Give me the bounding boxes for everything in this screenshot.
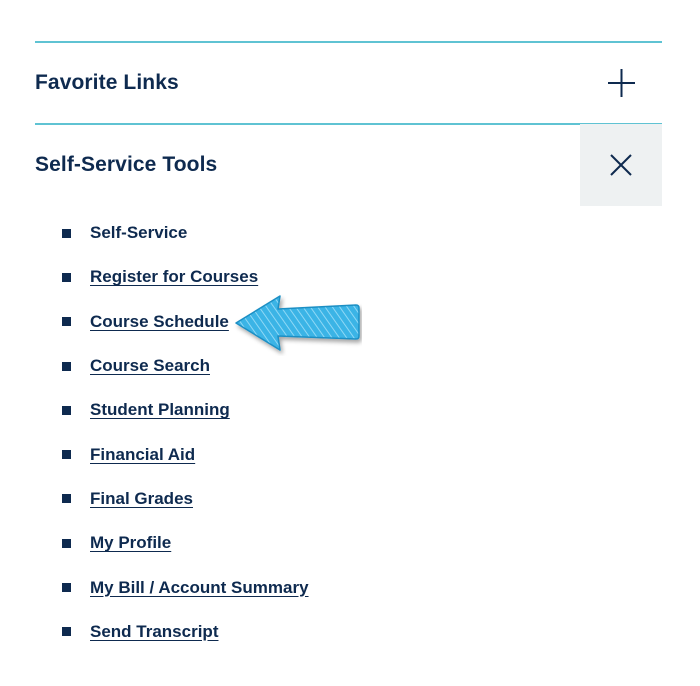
list-item: Student Planning bbox=[62, 388, 309, 432]
square-bullet-icon bbox=[62, 627, 71, 637]
square-bullet-icon bbox=[62, 361, 71, 371]
square-bullet-icon bbox=[62, 317, 71, 327]
link-course-schedule[interactable]: Course Schedule bbox=[90, 312, 229, 332]
list-item: My Bill / Account Summary bbox=[62, 565, 309, 609]
list-item: Final Grades bbox=[62, 477, 309, 521]
self-service-tools-header[interactable]: Self-Service Tools bbox=[35, 124, 662, 206]
favorite-links-title: Favorite Links bbox=[35, 71, 179, 94]
link-course-search[interactable]: Course Search bbox=[90, 356, 210, 376]
pointer-arrow-icon bbox=[235, 295, 360, 351]
list-item: My Profile bbox=[62, 521, 309, 565]
square-bullet-icon bbox=[62, 272, 71, 282]
link-my-bill-account-summary[interactable]: My Bill / Account Summary bbox=[90, 578, 309, 598]
square-bullet-icon bbox=[62, 538, 71, 548]
link-self-service[interactable]: Self-Service bbox=[90, 223, 187, 243]
favorite-links-header[interactable]: Favorite Links bbox=[35, 42, 662, 124]
square-bullet-icon bbox=[62, 228, 71, 238]
square-bullet-icon bbox=[62, 405, 71, 415]
link-send-transcript[interactable]: Send Transcript bbox=[90, 622, 218, 642]
square-bullet-icon bbox=[62, 450, 71, 460]
favorite-links-expand-button[interactable] bbox=[580, 42, 662, 124]
link-student-planning[interactable]: Student Planning bbox=[90, 400, 230, 420]
link-my-profile[interactable]: My Profile bbox=[90, 533, 171, 553]
square-bullet-icon bbox=[62, 583, 71, 593]
self-service-links-list: Self-Service Register for Courses Course… bbox=[62, 211, 309, 654]
self-service-tools-title: Self-Service Tools bbox=[35, 153, 218, 176]
list-item: Self-Service bbox=[62, 211, 309, 255]
square-bullet-icon bbox=[62, 494, 71, 504]
list-item: Financial Aid bbox=[62, 432, 309, 476]
link-register-for-courses[interactable]: Register for Courses bbox=[90, 267, 258, 287]
close-icon bbox=[610, 154, 632, 176]
plus-icon bbox=[608, 69, 635, 97]
link-financial-aid[interactable]: Financial Aid bbox=[90, 445, 195, 465]
self-service-tools-collapse-button[interactable] bbox=[580, 124, 662, 206]
list-item: Send Transcript bbox=[62, 610, 309, 654]
link-final-grades[interactable]: Final Grades bbox=[90, 489, 193, 509]
